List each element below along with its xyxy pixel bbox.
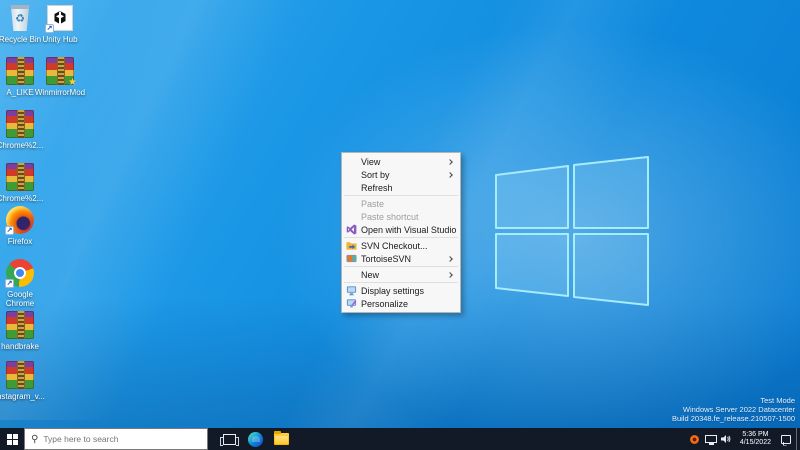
display-settings-icon xyxy=(346,285,361,297)
svn-checkout-icon xyxy=(346,240,361,252)
search-icon: ⚲ xyxy=(31,434,38,445)
tray-app-button[interactable] xyxy=(687,428,703,450)
menu-item-open-with-visual-studio[interactable]: Open with Visual Studio xyxy=(342,223,460,236)
winrar-archive-icon xyxy=(6,163,34,191)
watermark-line: Test Mode xyxy=(672,396,795,405)
action-center-icon xyxy=(781,435,791,444)
winrar-archive-icon xyxy=(6,311,34,339)
star-badge-icon: ★ xyxy=(68,77,77,88)
tray-app-icon xyxy=(690,435,699,444)
menu-separator xyxy=(344,282,458,283)
desktop-icon-google-chrome[interactable]: ↗ Google Chrome xyxy=(0,258,48,308)
menu-separator xyxy=(344,266,458,267)
desktop-icon-label: A_LIKE xyxy=(6,88,33,97)
desktop: Recycle Bin ↗ Unity Hub A_LIKE ★ Winmirr… xyxy=(0,0,800,450)
system-tray: 5:36 PM 4/15/2022 xyxy=(687,428,800,450)
winrar-archive-icon xyxy=(6,57,34,85)
desktop-icon-label: handbrake xyxy=(1,342,39,351)
recycle-bin-icon xyxy=(9,5,31,31)
menu-item-svn-checkout[interactable]: SVN Checkout... xyxy=(342,239,460,252)
shortcut-arrow-icon: ↗ xyxy=(5,226,14,235)
shortcut-arrow-icon: ↗ xyxy=(45,24,54,33)
search-input[interactable] xyxy=(43,434,183,444)
watermark-line: Build 20348.fe_release.210507-1500 xyxy=(672,414,795,423)
file-explorer-taskbar-button[interactable] xyxy=(268,428,294,450)
desktop-icon-handbrake[interactable]: handbrake xyxy=(0,310,48,351)
desktop-context-menu: View Sort by Refresh Paste Paste shortcu… xyxy=(341,152,461,313)
task-view-button[interactable] xyxy=(216,428,242,450)
speaker-icon xyxy=(721,434,732,444)
tortoisesvn-icon xyxy=(346,253,361,265)
menu-item-personalize[interactable]: Personalize xyxy=(342,297,460,310)
desktop-icon-label: Chrome%2... xyxy=(0,194,43,203)
edge-icon xyxy=(248,432,263,447)
personalize-icon xyxy=(346,298,361,310)
taskbar-search[interactable]: ⚲ xyxy=(24,428,208,450)
desktop-icon-chrome-archive-2[interactable]: Chrome%2... xyxy=(0,162,48,203)
action-center-button[interactable] xyxy=(776,428,796,450)
menu-item-paste: Paste xyxy=(342,197,460,210)
network-icon xyxy=(705,435,717,443)
task-view-icon xyxy=(223,434,236,445)
windows-start-icon xyxy=(7,434,18,445)
visual-studio-icon xyxy=(346,224,361,236)
network-button[interactable] xyxy=(703,428,719,450)
menu-item-paste-shortcut: Paste shortcut xyxy=(342,210,460,223)
desktop-icon-label: instagram_v... xyxy=(0,392,45,401)
volume-button[interactable] xyxy=(719,428,735,450)
menu-separator xyxy=(344,195,458,196)
menu-item-view[interactable]: View xyxy=(342,155,460,168)
desktop-icon-label: WinmirrorMod xyxy=(35,88,85,97)
start-button[interactable] xyxy=(0,428,24,450)
menu-item-refresh[interactable]: Refresh xyxy=(342,181,460,194)
desktop-icon-unity-hub[interactable]: ↗ Unity Hub xyxy=(32,3,88,44)
menu-item-sort-by[interactable]: Sort by xyxy=(342,168,460,181)
desktop-icon-label: Google Chrome xyxy=(0,290,48,308)
menu-item-new[interactable]: New xyxy=(342,268,460,281)
edge-taskbar-button[interactable] xyxy=(242,428,268,450)
clock-date: 4/15/2022 xyxy=(740,439,771,447)
menu-item-display-settings[interactable]: Display settings xyxy=(342,284,460,297)
file-explorer-icon xyxy=(274,433,289,445)
menu-separator xyxy=(344,237,458,238)
winrar-archive-icon xyxy=(6,361,34,389)
desktop-icon-label: Unity Hub xyxy=(42,35,77,44)
taskbar-clock[interactable]: 5:36 PM 4/15/2022 xyxy=(735,431,776,447)
desktop-icon-chrome-archive-1[interactable]: Chrome%2... xyxy=(0,109,48,150)
menu-item-tortoisesvn[interactable]: TortoiseSVN xyxy=(342,252,460,265)
desktop-icon-winmirrormod[interactable]: ★ WinmirrorMod xyxy=(32,56,88,97)
desktop-icon-label: Chrome%2... xyxy=(0,141,43,150)
taskbar: ⚲ xyxy=(0,428,800,450)
watermark-line: Windows Server 2022 Datacenter xyxy=(672,405,795,414)
desktop-icon-label: Firefox xyxy=(8,237,32,246)
winrar-archive-icon xyxy=(6,110,34,138)
desktop-icon-firefox[interactable]: ↗ Firefox xyxy=(0,205,48,246)
windows-wallpaper-logo xyxy=(492,154,652,310)
show-desktop-button[interactable] xyxy=(796,428,800,450)
test-mode-watermark: Test Mode Windows Server 2022 Datacenter… xyxy=(672,396,795,423)
shortcut-arrow-icon: ↗ xyxy=(5,279,14,288)
desktop-icon-instagram[interactable]: instagram_v... xyxy=(0,360,48,401)
clock-time: 5:36 PM xyxy=(740,431,771,439)
